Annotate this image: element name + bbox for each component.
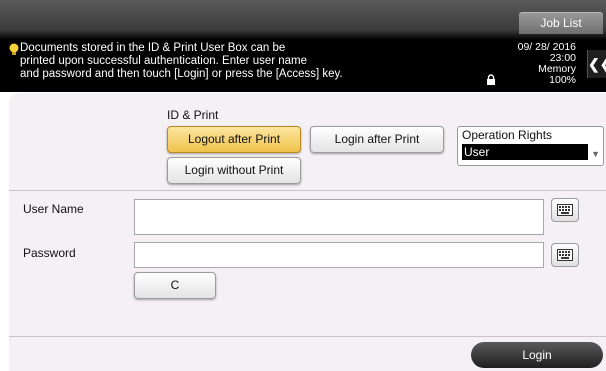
logout-after-print-button[interactable]: Logout after Print [167, 126, 301, 153]
password-field[interactable] [134, 242, 544, 268]
lock-icon [487, 74, 495, 85]
back-icon[interactable]: ❮❮ [587, 50, 606, 78]
info-message: Documents stored in the ID & Print User … [20, 42, 343, 80]
operation-rights-value: User [462, 144, 588, 160]
operation-rights-select[interactable]: Operation Rights User ▼ [457, 126, 604, 166]
user-name-label: User Name [23, 202, 84, 216]
id-print-title: ID & Print [167, 108, 219, 122]
operation-rights-label: Operation Rights [462, 128, 553, 142]
divider [9, 190, 606, 191]
screen: Job List Documents stored in the ID & Pr… [0, 0, 606, 371]
job-list-button[interactable]: Job List [519, 12, 603, 34]
chevron-down-icon: ▼ [591, 149, 600, 159]
password-label: Password [23, 246, 76, 260]
status-area: 09/ 28/ 2016 23:00 Memory 100% [498, 42, 576, 86]
login-after-print-button[interactable]: Login after Print [310, 126, 444, 153]
footer-divider [9, 336, 606, 337]
clear-button[interactable]: C [134, 272, 216, 299]
login-button[interactable]: Login [471, 342, 603, 368]
memory-value: 100% [549, 74, 576, 86]
bulb-icon [9, 43, 19, 55]
user-name-field[interactable] [134, 199, 544, 235]
keyboard-icon[interactable] [551, 198, 579, 222]
keyboard-icon[interactable] [551, 243, 579, 267]
login-without-print-button[interactable]: Login without Print [167, 157, 301, 184]
